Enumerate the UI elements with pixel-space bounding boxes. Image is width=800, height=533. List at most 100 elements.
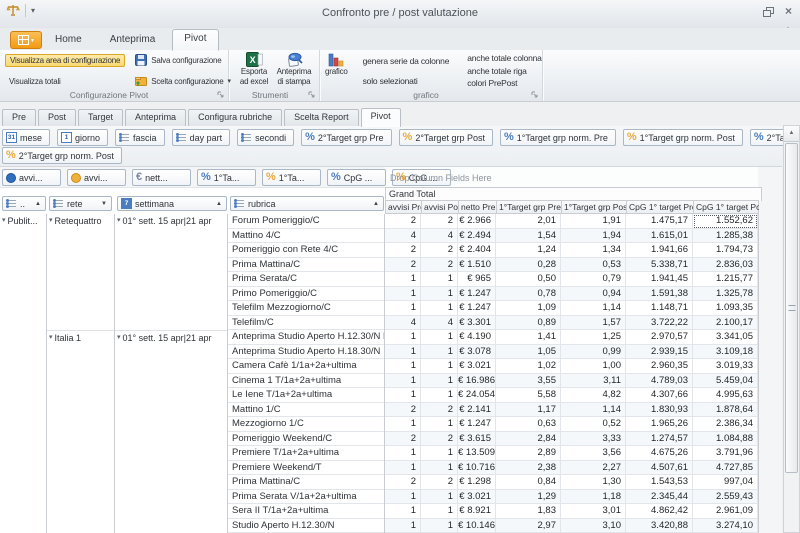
anche-totale-colonna-button[interactable]: anche totale colonna <box>464 53 544 63</box>
rubrica-cell[interactable]: Prima Mattina/C <box>228 258 384 273</box>
pivot-cell[interactable]: 2.100,17 <box>693 316 758 331</box>
pivot-cell[interactable]: 1,25 <box>561 330 626 345</box>
pivot-cell[interactable]: 2 <box>385 432 421 447</box>
pivot-cell[interactable]: 1,02 <box>496 359 561 374</box>
pivot-cell[interactable]: € 4.190 <box>458 330 496 345</box>
visualizza-area-configurazione-button[interactable]: Visualizza area di configurazione <box>5 54 125 67</box>
row-field-button-[interactable]: ..▲ <box>2 196 46 211</box>
vertical-scrollbar[interactable]: ▲ <box>783 125 800 533</box>
pivot-cell[interactable]: 2 <box>385 258 421 273</box>
pivot-cell[interactable]: 1.941,66 <box>626 243 693 258</box>
pivot-cell[interactable]: 2,97 <box>496 519 561 533</box>
pivot-cell[interactable]: 2 <box>385 243 421 258</box>
pivot-cell[interactable]: 1,29 <box>496 490 561 505</box>
rubrica-cell[interactable]: Mattino 4/C <box>228 229 384 244</box>
pivot-cell[interactable]: 1,83 <box>496 504 561 519</box>
scelta-configurazione-button[interactable]: Scelta configurazione ▾ <box>135 75 231 87</box>
pivot-cell[interactable]: 1.215,77 <box>693 272 758 287</box>
pivot-cell[interactable]: € 3.301 <box>458 316 496 331</box>
tab-pivot[interactable]: Pivot <box>361 108 401 127</box>
pivot-cell[interactable]: 1 <box>421 417 458 432</box>
pivot-cell[interactable]: 5,58 <box>496 388 561 403</box>
pivot-cell[interactable]: 1.093,35 <box>693 301 758 316</box>
rubrica-cell[interactable]: Anteprima Studio Aperto H.12.30/N PSU <box>228 330 384 345</box>
rubrica-cell[interactable]: Camera Cafè 1/1a+2a+ultima <box>228 359 384 374</box>
pivot-cell[interactable]: 0,50 <box>496 272 561 287</box>
pivot-cell[interactable]: 1,14 <box>561 403 626 418</box>
publisher-group-cell[interactable]: ▾Publit... <box>0 214 46 227</box>
pivot-cell[interactable]: € 1.247 <box>458 417 496 432</box>
pivot-cell[interactable]: 2 <box>385 403 421 418</box>
pivot-cell[interactable]: 3.722,22 <box>626 316 693 331</box>
pivot-cell[interactable]: 3.109,18 <box>693 345 758 360</box>
data-field-chip[interactable]: %1°Ta... <box>197 169 256 186</box>
ribbon-tab-pivot[interactable]: Pivot <box>172 29 218 51</box>
filter-field-chip[interactable]: day part <box>172 129 231 146</box>
pivot-cell[interactable]: 0,53 <box>561 258 626 273</box>
pivot-cell[interactable]: € 10.146 <box>458 519 496 533</box>
pivot-cell[interactable]: 1 <box>385 359 421 374</box>
data-field-chip[interactable]: avvi... <box>2 169 61 186</box>
rubrica-cell[interactable]: Sera II T/1a+2a+ultima <box>228 504 384 519</box>
ribbon-tab-anteprima[interactable]: Anteprima <box>99 31 167 50</box>
pivot-cell[interactable]: € 1.298 <box>458 475 496 490</box>
pivot-cell[interactable]: 1 <box>421 374 458 389</box>
pivot-cell[interactable]: € 10.716 <box>458 461 496 476</box>
pivot-cell[interactable]: 1 <box>385 330 421 345</box>
pivot-cell[interactable]: 4.995,63 <box>693 388 758 403</box>
pivot-cell[interactable]: 1,94 <box>561 229 626 244</box>
pivot-cell[interactable]: 4 <box>421 316 458 331</box>
pivot-cell[interactable]: 4,82 <box>561 388 626 403</box>
pivot-cell[interactable]: 2,89 <box>496 446 561 461</box>
pivot-cell[interactable]: 1,17 <box>496 403 561 418</box>
pivot-cell[interactable]: 1.084,88 <box>693 432 758 447</box>
pivot-cell[interactable]: 1 <box>385 417 421 432</box>
pivot-cell[interactable]: € 1.510 <box>458 258 496 273</box>
pivot-cell[interactable]: 1 <box>385 374 421 389</box>
pivot-cell[interactable]: 2 <box>421 243 458 258</box>
pivot-cell[interactable]: 0,52 <box>561 417 626 432</box>
pivot-cell[interactable]: 1 <box>421 272 458 287</box>
close-icon[interactable]: × <box>785 6 792 16</box>
column-header-4[interactable]: 1°Target grp Pre <box>497 201 562 213</box>
tab-pre[interactable]: Pre <box>2 109 36 126</box>
esporta-ad-excel-button[interactable]: X Esporta ad excel <box>235 52 273 89</box>
scrollbar-thumb[interactable] <box>785 143 798 473</box>
genera-serie-da-colonne-button[interactable]: genera serie da colonne <box>360 56 453 66</box>
pivot-cell[interactable]: € 3.021 <box>458 490 496 505</box>
pivot-cell[interactable]: 1 <box>385 345 421 360</box>
pivot-cell[interactable]: € 2.404 <box>458 243 496 258</box>
pivot-cell[interactable]: € 8.921 <box>458 504 496 519</box>
pivot-cell[interactable]: 1 <box>385 287 421 302</box>
data-field-chip[interactable]: €nett... <box>132 169 191 186</box>
pivot-cell[interactable]: 2 <box>421 214 458 229</box>
pivot-cell[interactable]: 1.878,64 <box>693 403 758 418</box>
pivot-cell[interactable]: 1,30 <box>561 475 626 490</box>
pivot-cell[interactable]: 2.559,43 <box>693 490 758 505</box>
scrollbar-up-arrow[interactable]: ▲ <box>784 126 799 142</box>
pivot-cell[interactable]: 3,56 <box>561 446 626 461</box>
settimana-group-cell[interactable]: ▾01° sett. 15 apr|21 apr <box>115 214 227 330</box>
pivot-cell[interactable]: € 965 <box>458 272 496 287</box>
tab-post[interactable]: Post <box>38 109 76 126</box>
pivot-cell[interactable]: 1,54 <box>496 229 561 244</box>
colori-prepost-button[interactable]: colori PrePost <box>464 78 544 88</box>
pivot-cell[interactable]: 3.341,05 <box>693 330 758 345</box>
pivot-cell[interactable]: 4.727,85 <box>693 461 758 476</box>
pivot-cell[interactable]: 1,14 <box>561 301 626 316</box>
pivot-cell[interactable]: 2.960,35 <box>626 359 693 374</box>
column-header-3[interactable]: netto Pre <box>459 201 497 213</box>
data-field-chip[interactable]: %1°Ta... <box>262 169 321 186</box>
expander-icon[interactable]: ▾ <box>49 332 53 343</box>
pivot-cell[interactable]: 1 <box>421 345 458 360</box>
pivot-cell[interactable]: 1.615,01 <box>626 229 693 244</box>
pivot-cell[interactable]: 1.285,38 <box>693 229 758 244</box>
pivot-cell[interactable]: 3.019,33 <box>693 359 758 374</box>
pivot-cell[interactable]: 1 <box>385 461 421 476</box>
pivot-cell[interactable]: 1.475,17 <box>626 214 693 229</box>
pivot-cell[interactable]: 2 <box>421 403 458 418</box>
dialog-launcher-icon[interactable] <box>531 91 539 99</box>
pivot-cell[interactable]: 2 <box>385 214 421 229</box>
pivot-cell[interactable]: 1 <box>385 388 421 403</box>
pivot-cell[interactable]: 0,94 <box>561 287 626 302</box>
